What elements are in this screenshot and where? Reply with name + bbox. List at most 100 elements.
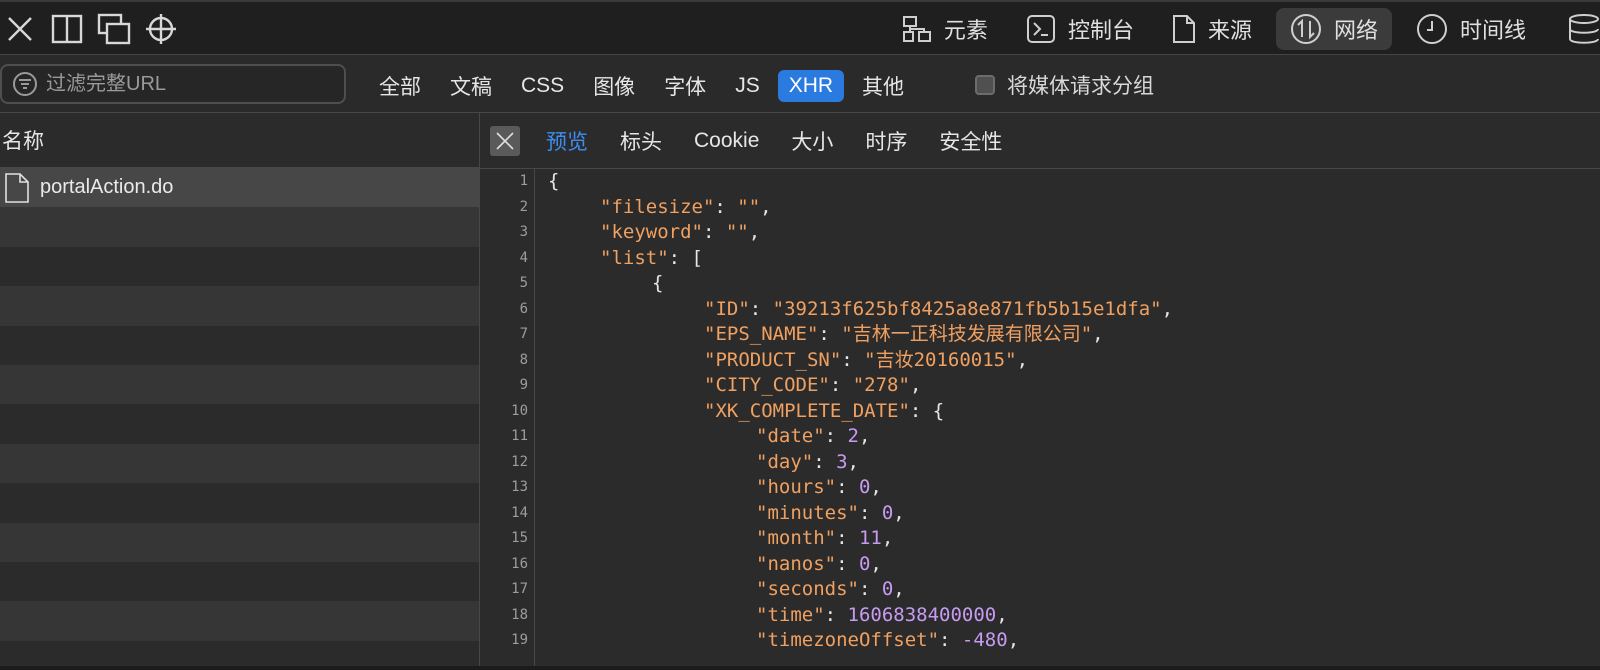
json-key: "PRODUCT_SN" — [704, 348, 842, 371]
json-number: 2 — [847, 425, 859, 447]
request-rows: portalAction.do — [0, 168, 479, 641]
json-number: 0 — [858, 552, 871, 575]
line-number: 14 — [511, 504, 528, 521]
code-text: "hours": 0, — [756, 476, 882, 498]
json-string: "吉妆20160015" — [864, 348, 1017, 371]
json-key: "XK_COMPLETE_DATE" — [704, 399, 910, 422]
group-media-checkbox[interactable] — [975, 75, 995, 95]
line-number: 19 — [511, 632, 528, 648]
line-number: 13 — [511, 479, 528, 495]
close-icon — [496, 131, 514, 150]
json-number: 1606838400000 — [847, 603, 997, 626]
line-number: 17 — [511, 581, 528, 597]
line-number: 5 — [519, 275, 528, 291]
code-line: 15 "month": 11, — [480, 526, 1600, 551]
code-text: "day": 3, — [756, 450, 859, 473]
detail-tabs: 预览 标头 Cookie 大小 时序 安全性 — [480, 113, 1600, 169]
detach-window-icon[interactable] — [97, 12, 131, 46]
tab-timeline[interactable]: 时间线 — [1402, 8, 1540, 50]
type-filter-js[interactable]: JS — [724, 70, 771, 102]
code-text: "CITY_CODE": "278", — [704, 374, 922, 396]
network-filter-bar: 全部 文稿 CSS 图像 字体 JS XHR 其他 将媒体请求分组 — [0, 55, 1600, 113]
request-row[interactable]: portalAction.do — [0, 168, 479, 208]
name-column-header[interactable]: 名称 — [0, 113, 479, 168]
code-text: "PRODUCT_SN": "吉妆20160015", — [704, 348, 1029, 371]
json-number: 3 — [836, 450, 848, 473]
line-number: 18 — [511, 606, 528, 623]
type-filter-document[interactable]: 文稿 — [439, 67, 503, 105]
tab-preview[interactable]: 预览 — [546, 126, 588, 156]
tab-cookies[interactable]: Cookie — [694, 129, 759, 153]
console-icon — [1026, 15, 1055, 43]
code-text: "ID": "39213f625bf8425a8e871fb5b15e1dfa"… — [704, 297, 1174, 320]
line-number: 11 — [511, 428, 528, 444]
type-filter-other[interactable]: 其他 — [851, 67, 915, 105]
json-key: "month" — [756, 527, 837, 549]
request-name: portalAction.do — [40, 176, 174, 199]
tab-timing[interactable]: 时序 — [865, 126, 907, 156]
code-text: "time": 1606838400000, — [756, 603, 1008, 626]
json-number: 11 — [858, 527, 882, 549]
code-line: 14 "minutes": 0, — [480, 501, 1600, 526]
type-filter-font[interactable]: 字体 — [653, 67, 717, 105]
devtools-toolbar: 元素 控制台 来源 网络 时间线 — [0, 0, 1600, 55]
tab-elements[interactable]: 元素 — [888, 8, 1002, 50]
type-filter-xhr[interactable]: XHR — [777, 70, 845, 102]
tab-headers[interactable]: 标头 — [620, 126, 662, 156]
network-icon — [1290, 14, 1321, 44]
empty-row — [0, 601, 479, 641]
tab-elements-label: 元素 — [943, 18, 988, 43]
code-line: 3 "keyword": "", — [480, 220, 1600, 245]
code-text: "list": [ — [600, 246, 703, 269]
type-filter-css[interactable]: CSS — [510, 70, 575, 102]
json-key: "EPS_NAME" — [704, 323, 819, 345]
code-line: 5{ — [480, 271, 1600, 296]
tab-size[interactable]: 大小 — [791, 126, 833, 156]
close-icon[interactable] — [3, 12, 37, 46]
panel-tabs: 元素 控制台 来源 网络 时间线 — [888, 8, 1600, 50]
json-key: "keyword" — [600, 221, 703, 243]
line-number: 4 — [519, 249, 528, 266]
tab-storage[interactable] — [1550, 8, 1600, 50]
line-number: 10 — [511, 402, 528, 419]
empty-row — [0, 443, 479, 484]
type-filter-image[interactable]: 图像 — [582, 67, 646, 105]
type-filter-all[interactable]: 全部 — [368, 67, 432, 105]
json-key: "hours" — [756, 476, 837, 498]
code-line: 19 "timezoneOffset": -480, — [480, 628, 1600, 653]
request-list: 名称 portalAction.do — [0, 113, 480, 670]
code-line: 17 "seconds": 0, — [480, 577, 1600, 602]
url-filter-box[interactable] — [0, 64, 346, 104]
empty-row — [0, 246, 479, 287]
tab-network[interactable]: 网络 — [1275, 8, 1392, 50]
json-key: "day" — [756, 450, 814, 473]
group-media-label: 将媒体请求分组 — [1007, 75, 1154, 98]
document-icon — [5, 172, 29, 203]
code-text: "filesize": "", — [600, 195, 772, 218]
json-number: 0 — [881, 578, 894, 600]
code-text: "EPS_NAME": "吉林一正科技发展有限公司", — [704, 323, 1104, 345]
line-number: 15 — [511, 530, 528, 546]
code-line: 4 "list": [ — [480, 246, 1600, 271]
dock-side-icon[interactable] — [50, 12, 84, 46]
code-line: 18 "time": 1606838400000, — [480, 603, 1600, 628]
code-text: "month": 11, — [756, 527, 894, 549]
tab-sources[interactable]: 来源 — [1158, 8, 1266, 50]
tab-console[interactable]: 控制台 — [1012, 8, 1148, 50]
line-number: 7 — [519, 326, 528, 342]
line-number: 6 — [519, 300, 528, 317]
url-filter-input[interactable] — [44, 71, 338, 97]
code-line: 10 "XK_COMPLETE_DATE": { — [480, 399, 1600, 424]
code-text: "keyword": "", — [600, 221, 761, 243]
line-number: 1 — [519, 173, 528, 189]
resource-type-filters: 全部 文稿 CSS 图像 字体 JS XHR 其他 — [368, 67, 922, 105]
close-detail-button[interactable] — [490, 125, 520, 156]
json-number: 0 — [881, 501, 894, 524]
tab-security[interactable]: 安全性 — [939, 126, 1002, 156]
code-text: { — [548, 170, 560, 192]
empty-row — [0, 207, 479, 247]
json-key: "nanos" — [756, 552, 837, 575]
json-key: "minutes" — [756, 501, 859, 524]
crosshair-icon[interactable] — [144, 12, 178, 46]
json-preview: 1{2 "filesize": "", 3 "keyword": "", 4 "list"… — [480, 169, 1600, 670]
